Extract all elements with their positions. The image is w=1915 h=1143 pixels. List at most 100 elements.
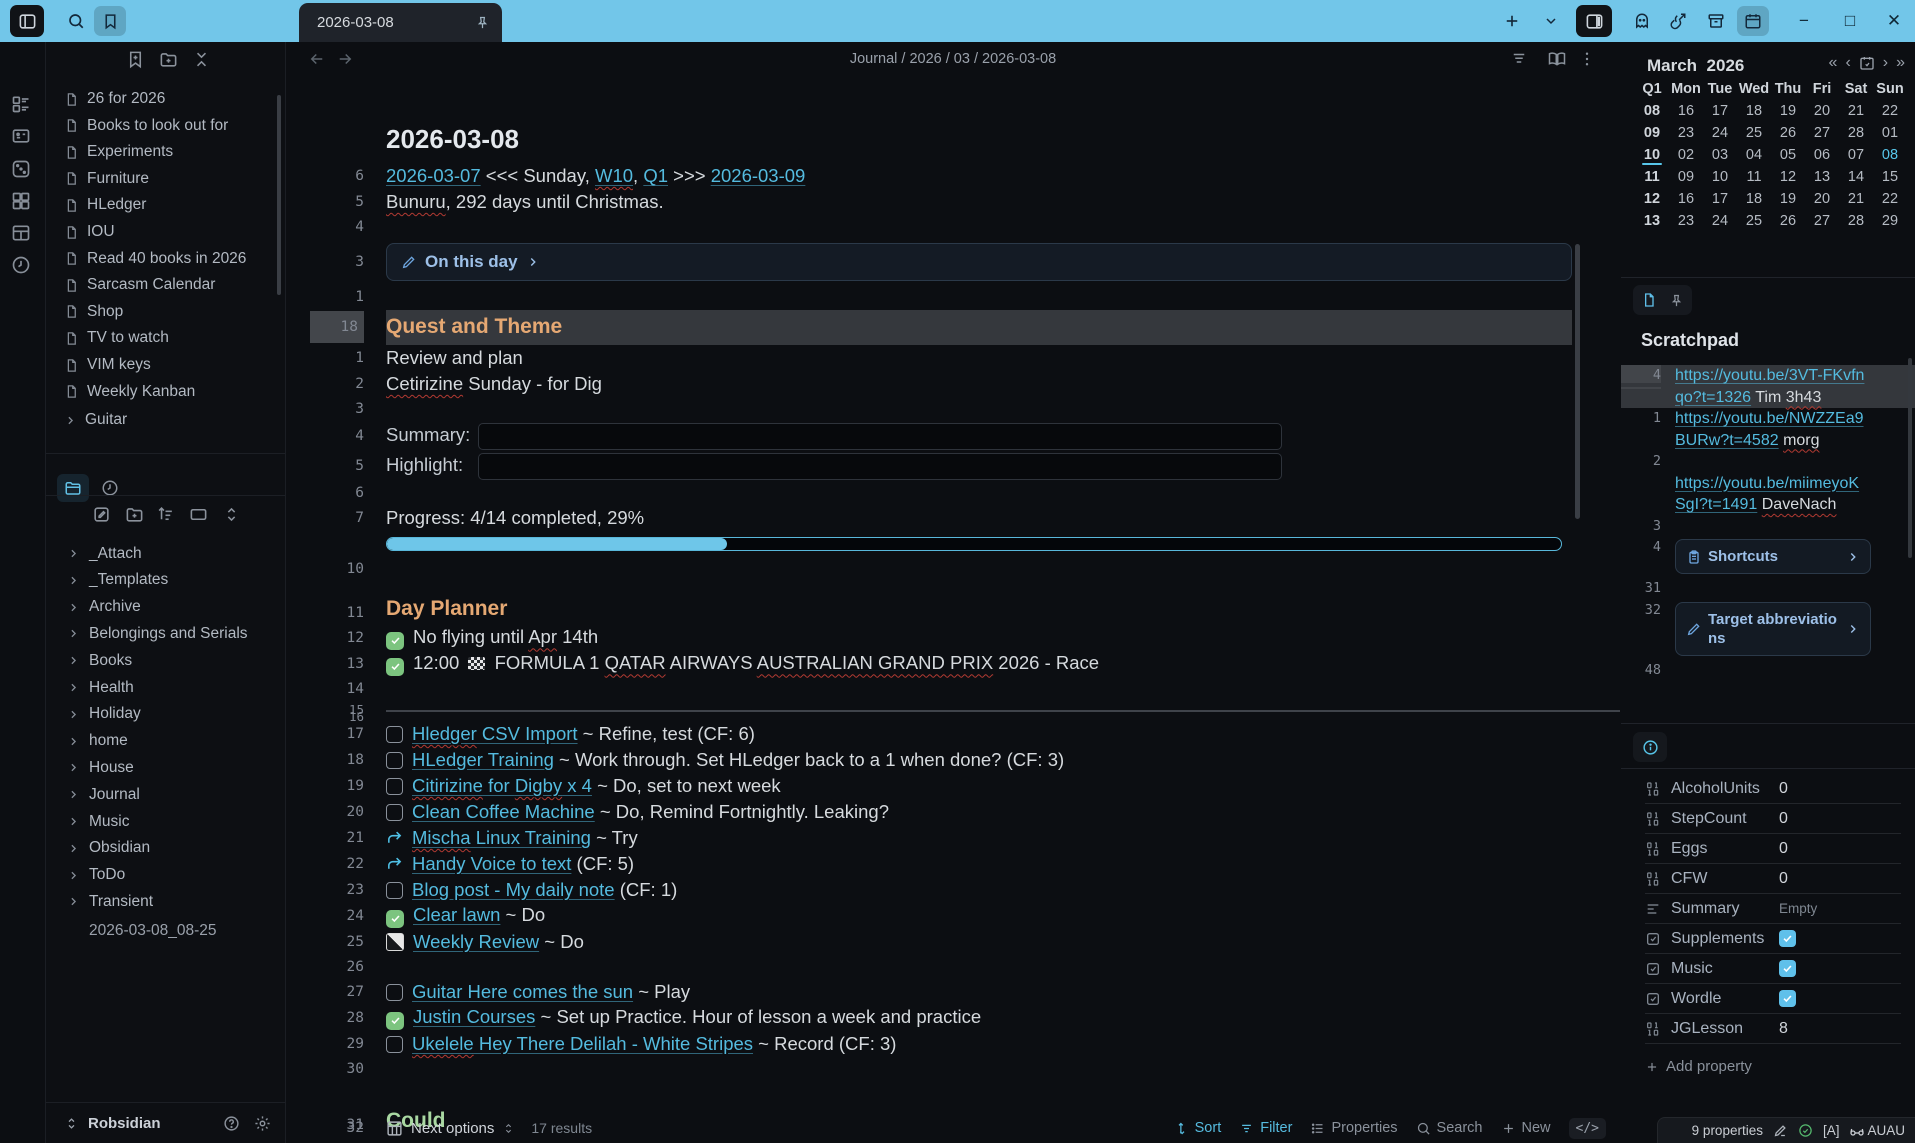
calendar-day[interactable]: 05	[1771, 147, 1805, 163]
calendar-day[interactable]: 14	[1839, 169, 1873, 185]
calendar-day[interactable]: 20	[1805, 103, 1839, 119]
folder-item-transient[interactable]: Transient	[46, 888, 285, 915]
link-plugin-button[interactable]	[1662, 6, 1694, 36]
calendar-day[interactable]: 01	[1873, 125, 1907, 141]
property-name[interactable]: Wordle	[1671, 990, 1779, 1008]
task-row[interactable]: 18HLedger Training ~ Work through. Set H…	[286, 747, 1620, 773]
property-value[interactable]: 0	[1779, 870, 1788, 888]
task-checkbox[interactable]	[386, 984, 403, 1001]
internal-link[interactable]: Blog post - My daily note	[412, 879, 615, 900]
bookmark-item[interactable]: HLedger	[46, 192, 285, 218]
calendar-day[interactable]: 25	[1737, 125, 1771, 141]
bookmark-plus-icon[interactable]	[126, 50, 145, 69]
info-button[interactable]	[1633, 732, 1667, 762]
shortcuts-button[interactable]: Shortcuts	[1675, 539, 1871, 574]
internal-link[interactable]: W10	[595, 165, 633, 186]
internal-link[interactable]: qo?t=1326	[1675, 389, 1751, 406]
calendar-day[interactable]: 13	[1805, 169, 1839, 185]
internal-link[interactable]: CSV Import	[477, 723, 578, 744]
folder-item-obsidian[interactable]: Obsidian	[46, 835, 285, 862]
calendar-day[interactable]: 26	[1771, 125, 1805, 141]
calendar-day[interactable]: 22	[1873, 191, 1907, 207]
calendar-day[interactable]: 23	[1669, 213, 1703, 229]
internal-link[interactable]: Ukelele	[412, 1033, 474, 1054]
bookmark-item[interactable]: IOU	[46, 219, 285, 245]
task-checkbox-checked[interactable]	[386, 910, 404, 928]
recent-files-tab-button[interactable]	[94, 474, 126, 502]
on-this-day-button[interactable]: On this day	[386, 243, 1572, 281]
calendar-day[interactable]: 10	[1703, 169, 1737, 185]
week-number[interactable]: 10	[1635, 147, 1669, 163]
internal-link[interactable]: Linux Training	[471, 827, 591, 848]
forward-arrow-icon[interactable]	[386, 856, 403, 873]
property-name[interactable]: Supplements	[1671, 930, 1779, 948]
calendar-day[interactable]: 07	[1839, 147, 1873, 163]
sync-check-icon[interactable]	[1798, 1123, 1813, 1138]
internal-link[interactable]: SgI?t=1491	[1675, 496, 1757, 513]
go-today-icon[interactable]	[1859, 55, 1875, 71]
next-year-icon[interactable]: »	[1896, 54, 1905, 72]
task-checkbox[interactable]	[386, 1036, 403, 1053]
task-row[interactable]: 12No flying until Apr 14th	[286, 625, 1620, 651]
task-row[interactable]: 25Weekly Review ~ Do	[286, 929, 1620, 955]
field-input[interactable]	[478, 453, 1282, 480]
property-name[interactable]: CFW	[1671, 870, 1779, 888]
property-value[interactable]: 0	[1779, 840, 1788, 858]
task-row[interactable]: 21Mischa Linux Training ~ Try	[286, 825, 1620, 851]
property-checkbox-checked[interactable]	[1779, 930, 1796, 947]
bookmark-item[interactable]: Furniture	[46, 166, 285, 192]
calendar-day[interactable]: 23	[1669, 125, 1703, 141]
folder-item-health[interactable]: Health	[46, 674, 285, 701]
spellcheck-status[interactable]: AUAU	[1849, 1123, 1905, 1139]
bookmarks-button[interactable]	[94, 6, 126, 36]
expand-collapse-icon[interactable]	[222, 505, 241, 524]
property-name[interactable]: AlcoholUnits	[1671, 780, 1779, 798]
collapse-all-icon[interactable]	[192, 50, 211, 69]
property-name[interactable]: Eggs	[1671, 840, 1779, 858]
calendar-day[interactable]: 17	[1703, 191, 1737, 207]
property-name[interactable]: Music	[1671, 960, 1779, 978]
calendar-day[interactable]: 25	[1737, 213, 1771, 229]
property-name[interactable]: Summary	[1671, 900, 1779, 918]
maximize-button[interactable]: □	[1833, 0, 1867, 42]
task-row[interactable]: 20Clean Coffee Machine ~ Do, Remind Fort…	[286, 799, 1620, 825]
right-sidebar-toggle-button[interactable]	[1576, 5, 1612, 37]
view-name[interactable]: Next options	[411, 1120, 494, 1137]
folder-item-todo[interactable]: ToDo	[46, 862, 285, 889]
pin-icon[interactable]	[475, 15, 490, 30]
layout-list-icon[interactable]	[11, 94, 31, 114]
internal-link[interactable]: Guitar Here comes the sun	[412, 981, 633, 1002]
internal-link[interactable]: https://youtu.be/3VT-FKvfn	[1675, 367, 1864, 384]
calendar-day[interactable]: 21	[1839, 103, 1873, 119]
property-name[interactable]: StepCount	[1671, 810, 1779, 828]
calendar-day[interactable]: 27	[1805, 125, 1839, 141]
week-number[interactable]: 08	[1635, 103, 1669, 119]
tab-list-button[interactable]	[1535, 6, 1567, 36]
internal-link[interactable]: 2026-03-09	[711, 165, 806, 186]
folder-item-journal[interactable]: Journal	[46, 781, 285, 808]
internal-link[interactable]: HLedger Training	[412, 749, 554, 770]
week-number[interactable]: 11	[1635, 169, 1669, 185]
code-view-button[interactable]: </>	[1569, 1118, 1606, 1139]
bookmark-item[interactable]: Weekly Kanban	[46, 379, 285, 405]
calendar-day[interactable]: 04	[1737, 147, 1771, 163]
new-note-icon[interactable]	[92, 505, 111, 524]
toolbar-search-button[interactable]: Search	[1416, 1120, 1483, 1136]
calendar-day[interactable]: 21	[1839, 191, 1873, 207]
internal-link[interactable]: Digby	[515, 775, 562, 796]
calendar-day[interactable]: 12	[1771, 169, 1805, 185]
task-checkbox[interactable]	[386, 804, 403, 821]
file-icon[interactable]	[1641, 292, 1657, 308]
properties-count[interactable]: 9 properties	[1692, 1123, 1763, 1138]
internal-link[interactable]: Handy Voice to text	[412, 853, 571, 874]
internal-link[interactable]: Citirizine	[412, 775, 483, 796]
property-value[interactable]: 0	[1779, 810, 1788, 828]
calendar-day[interactable]: 02	[1669, 147, 1703, 163]
bookmark-item[interactable]: VIM keys	[46, 352, 285, 378]
bookmark-item[interactable]: Books to look out for	[46, 113, 285, 139]
help-icon[interactable]	[223, 1115, 240, 1132]
property-value[interactable]: 8	[1779, 1020, 1788, 1038]
internal-link[interactable]: Q1	[643, 165, 668, 186]
toolbar-properties-button[interactable]: Properties	[1310, 1120, 1397, 1136]
layout-grid-icon[interactable]	[11, 191, 31, 211]
